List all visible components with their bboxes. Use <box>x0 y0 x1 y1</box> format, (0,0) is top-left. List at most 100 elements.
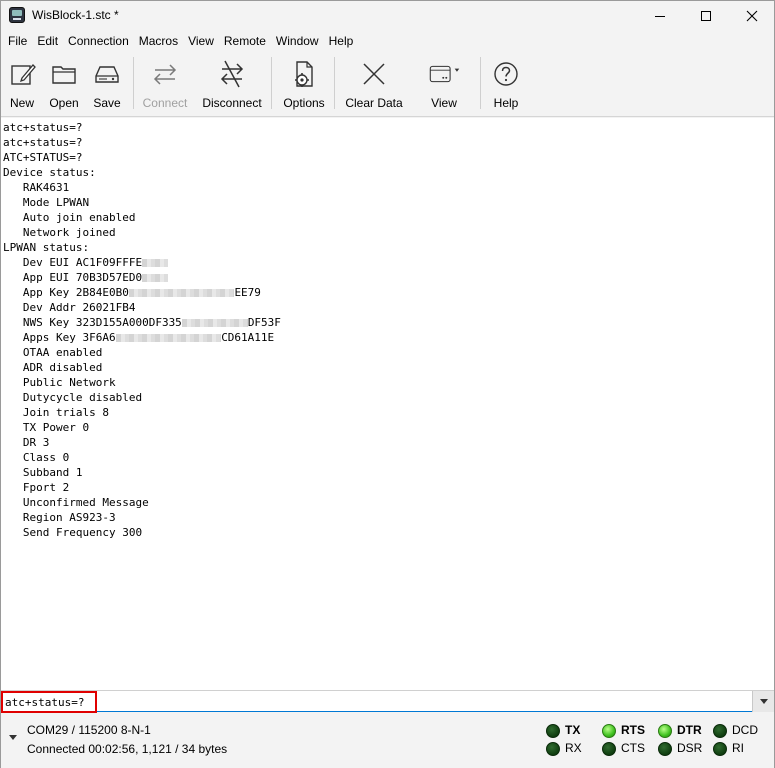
folder-icon <box>48 58 80 90</box>
terminal-line-text: Mode LPWAN <box>3 196 90 209</box>
terminal-output[interactable]: atc+status=? atc+status=? ATC+STATUS=? Devi… <box>1 118 774 690</box>
terminal-line-text: Dev EUI AC1F09FFFE <box>3 256 143 269</box>
dsr-label: DSR <box>677 741 703 755</box>
options-button[interactable]: Options <box>281 55 327 113</box>
terminal-line: Join trials 8 <box>3 405 281 420</box>
dtr-led[interactable] <box>658 724 672 738</box>
rts-label: RTS <box>621 723 645 737</box>
clear-data-label: Clear Data <box>345 96 403 110</box>
menu-connection[interactable]: Connection <box>63 31 134 51</box>
save-label: Save <box>93 96 121 110</box>
dcd-led <box>713 724 727 738</box>
terminal-line: TX Power 0 <box>3 420 281 435</box>
terminal-line: Dutycycle disabled <box>3 390 281 405</box>
menu-file[interactable]: File <box>3 31 32 51</box>
terminal-line: Subband 1 <box>3 465 281 480</box>
help-button[interactable]: Help <box>489 55 523 113</box>
terminal-line-text: Auto join enabled <box>3 211 136 224</box>
minimize-icon <box>655 15 665 17</box>
view-window-icon <box>428 58 460 90</box>
terminal-line-text: Public Network <box>3 376 116 389</box>
status-bar: COM29 / 115200 8-N-1 Connected 00:02:56,… <box>1 713 774 768</box>
save-button[interactable]: Save <box>90 55 124 113</box>
terminal-line: Device status: <box>3 165 281 180</box>
view-button[interactable]: View <box>421 55 467 113</box>
minimize-button[interactable] <box>637 1 683 31</box>
rts-led[interactable] <box>602 724 616 738</box>
terminal-line-text: RAK4631 <box>3 181 70 194</box>
terminal-line-text: Class 0 <box>3 451 70 464</box>
terminal-line: Region AS923-3 <box>3 510 281 525</box>
clear-x-icon <box>358 58 390 90</box>
new-button[interactable]: New <box>5 55 39 113</box>
view-label: View <box>431 96 457 110</box>
terminal-line: App Key 2B84E0B0 EE79 <box>3 285 281 300</box>
terminal-line: Send Frequency 300 <box>3 525 281 540</box>
terminal-line-text: Send Frequency 300 <box>3 526 143 539</box>
dcd-label: DCD <box>732 723 758 737</box>
menu-macros[interactable]: Macros <box>134 31 183 51</box>
history-dropdown-button[interactable] <box>752 691 774 712</box>
clear-data-button[interactable]: Clear Data <box>344 55 404 113</box>
terminal-line-text: ATC+STATUS=? <box>3 151 83 164</box>
maximize-button[interactable] <box>683 1 729 31</box>
toolbar-separator <box>334 57 335 109</box>
connect-label: Connect <box>142 96 188 110</box>
terminal-line: ATC+STATUS=? <box>3 150 281 165</box>
open-button[interactable]: Open <box>46 55 82 113</box>
terminal-line-text: Apps Key 3F6A6 <box>3 331 116 344</box>
terminal-line-text: NWS Key 323D155A000DF335 <box>3 316 182 329</box>
terminal-line-text: Unconfirmed Message <box>3 496 149 509</box>
help-question-icon <box>490 58 522 90</box>
terminal-line-text: OTAA enabled <box>3 346 103 359</box>
tx-label: TX <box>565 723 581 737</box>
redacted-value <box>115 334 222 342</box>
terminal-line-suffix: CD61A11E <box>221 331 275 344</box>
menu-edit[interactable]: Edit <box>32 31 63 51</box>
disconnect-button[interactable]: Disconnect <box>200 55 264 113</box>
terminal-line: App EUI 70B3D57ED0 <box>3 270 281 285</box>
menu-bar: File Edit Connection Macros View Remote … <box>1 31 774 51</box>
terminal-line-text: Join trials 8 <box>3 406 109 419</box>
terminal-line: OTAA enabled <box>3 345 281 360</box>
menu-view[interactable]: View <box>183 31 219 51</box>
terminal-line: NWS Key 323D155A000DF335 DF53F <box>3 315 281 330</box>
terminal-line-text: TX Power 0 <box>3 421 90 434</box>
terminal-line: Mode LPWAN <box>3 195 281 210</box>
terminal-line-text: ADR disabled <box>3 361 103 374</box>
title-bar[interactable]: WisBlock-1.stc * <box>1 1 774 31</box>
help-label: Help <box>493 96 519 110</box>
window-title: WisBlock-1.stc * <box>32 8 119 22</box>
status-collapse-icon[interactable] <box>9 735 17 740</box>
terminal-line: Auto join enabled <box>3 210 281 225</box>
terminal-line-text: DR 3 <box>3 436 50 449</box>
terminal-line-text: App Key 2B84E0B0 <box>3 286 129 299</box>
close-button[interactable] <box>729 1 775 31</box>
terminal-line-text: Subband 1 <box>3 466 83 479</box>
redacted-value <box>142 259 169 267</box>
terminal-line-suffix: DF53F <box>247 316 281 329</box>
terminal-line-text: Device status: <box>3 166 96 179</box>
redacted-value <box>181 319 248 327</box>
terminal-line: atc+status=? <box>3 135 281 150</box>
app-window: WisBlock-1.stc * File Edit Connection Ma… <box>0 0 775 768</box>
terminal-line-text: atc+status=? <box>3 121 83 134</box>
menu-window[interactable]: Window <box>271 31 324 51</box>
terminal-line: Network joined <box>3 225 281 240</box>
terminal-line-text: Region AS923-3 <box>3 511 116 524</box>
terminal-line-suffix: EE79 <box>234 286 261 299</box>
menu-remote[interactable]: Remote <box>219 31 271 51</box>
dtr-label: DTR <box>677 723 702 737</box>
app-terminal-icon[interactable] <box>9 7 25 23</box>
connect-arrows-icon <box>149 58 181 90</box>
chevron-down-icon <box>759 699 768 704</box>
menu-help[interactable]: Help <box>324 31 359 51</box>
open-label: Open <box>49 96 79 110</box>
terminal-line-text: Fport 2 <box>3 481 70 494</box>
connect-button[interactable]: Connect <box>141 55 189 113</box>
terminal-line-text: Dev Addr 26021FB4 <box>3 301 136 314</box>
connection-info: Connected 00:02:56, 1,121 / 34 bytes <box>27 742 228 756</box>
terminal-line: Fport 2 <box>3 480 281 495</box>
command-input[interactable] <box>2 692 752 712</box>
cts-led <box>602 742 616 756</box>
